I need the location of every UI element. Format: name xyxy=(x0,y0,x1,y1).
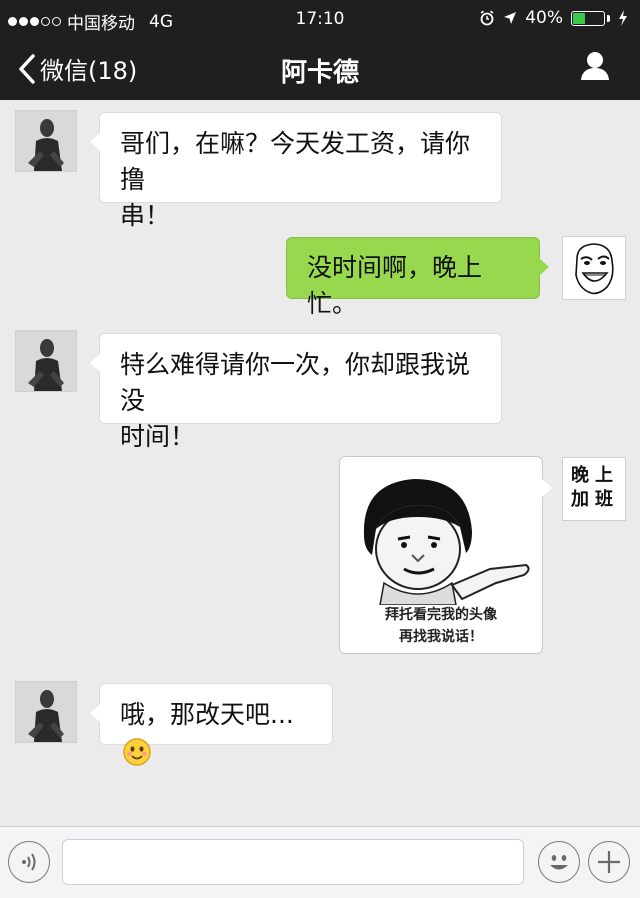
message-text: 没时间啊，晚上忙。 xyxy=(307,253,483,318)
meme-caption: 拜托看完我的头像 xyxy=(385,607,497,623)
contact-avatar[interactable] xyxy=(15,110,77,172)
more-button[interactable] xyxy=(588,841,630,883)
battery-fill xyxy=(573,12,585,24)
battery-percent: 40% xyxy=(525,8,563,28)
image-message-sent[interactable]: 拜托看完我的头像 再找我说话！ xyxy=(339,456,552,654)
message-text-line: 哥们，在嘛？今天发工资，请你撸 xyxy=(120,129,471,194)
message-bubble-sent[interactable]: 没时间啊，晚上忙。 xyxy=(286,237,549,318)
nav-bar: 微信(18) 阿卡德 xyxy=(0,38,640,100)
meme-caption: 再找我说话！ xyxy=(399,629,483,645)
rage-face-icon xyxy=(563,237,625,299)
voice-button[interactable] xyxy=(8,841,50,883)
message-text-line: 时间！ xyxy=(120,422,196,451)
message-bubble-received[interactable]: 哦，那改天吧... xyxy=(90,683,333,766)
emoji-button[interactable] xyxy=(538,841,580,883)
meme-face-icon xyxy=(363,479,530,605)
message-bubble-received[interactable]: 哥们，在嘛？今天发工资，请你撸 串！ xyxy=(90,112,502,230)
location-arrow-icon xyxy=(504,12,517,24)
person-icon xyxy=(581,52,609,80)
battery-tip xyxy=(607,14,610,22)
alarm-icon xyxy=(480,10,494,26)
chat-title: 阿卡德 xyxy=(280,58,359,88)
status-right: 40% xyxy=(479,8,628,28)
contact-avatar[interactable] xyxy=(15,330,77,392)
message-text: 哦，那改天吧... xyxy=(120,700,294,729)
input-bar xyxy=(0,826,640,898)
chat-area[interactable]: 哥们，在嘛？今天发工资，请你撸 串！ 没时间啊，晚上忙。 特么难得请你一次，你却… xyxy=(0,100,640,826)
message-input[interactable] xyxy=(62,839,524,885)
message-text-line: 串！ xyxy=(120,201,171,230)
self-avatar[interactable]: 晚上加班 xyxy=(562,457,626,521)
battery-icon xyxy=(571,10,605,26)
contact-avatar[interactable] xyxy=(15,681,77,743)
status-bar: 中国移动 4G 17:10 40% xyxy=(0,0,640,38)
charging-icon xyxy=(619,10,627,26)
message-text-line: 特么难得请你一次，你却跟我说没 xyxy=(120,350,471,415)
person-photo-icon xyxy=(16,331,76,391)
message-bubble-received[interactable]: 特么难得请你一次，你却跟我说没 时间！ xyxy=(90,333,502,451)
person-photo-icon xyxy=(16,111,76,171)
person-photo-icon xyxy=(16,682,76,742)
smiley-emoji-icon xyxy=(123,738,151,766)
avatar-text: 晚上加班 xyxy=(571,465,619,510)
voice-wave-icon xyxy=(22,853,36,871)
smiley-icon xyxy=(550,855,568,870)
profile-button[interactable] xyxy=(580,50,610,86)
self-avatar[interactable] xyxy=(562,236,626,300)
plus-icon xyxy=(598,851,620,873)
